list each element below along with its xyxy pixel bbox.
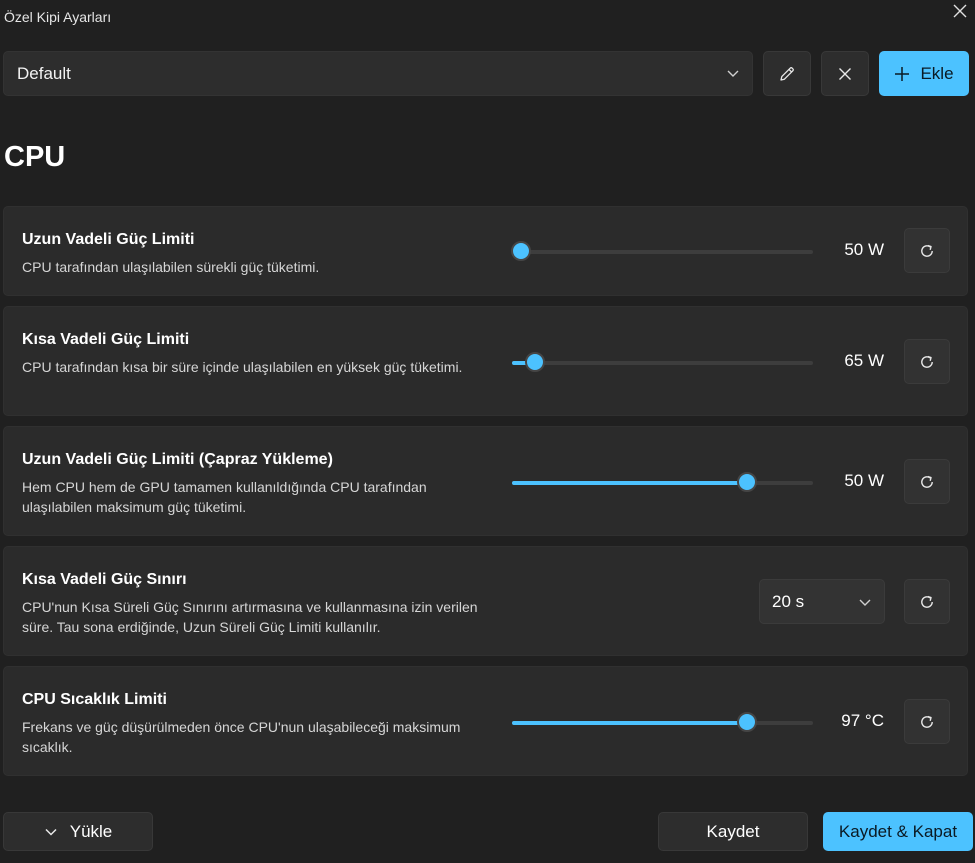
- preset-select-value: Default: [17, 63, 71, 83]
- load-button-label: Yükle: [69, 821, 113, 841]
- save-and-close-button[interactable]: Kaydet & Kapat: [823, 812, 973, 851]
- pencil-icon: [780, 66, 794, 81]
- setting-card-short-term-power-duration: Kısa Vadeli Güç Sınırı CPU'nun Kısa Süre…: [3, 546, 968, 656]
- window-title: Özel Kipi Ayarları: [4, 9, 112, 25]
- x-icon: [839, 67, 851, 80]
- load-button[interactable]: Yükle: [3, 812, 153, 851]
- setting-description: CPU tarafından kısa bir süre içinde ulaş…: [22, 359, 463, 375]
- preset-select[interactable]: Default: [3, 51, 753, 96]
- setting-value: 65 W: [844, 351, 884, 370]
- setting-value: 97 °C: [841, 711, 884, 730]
- close-window-button[interactable]: [945, 0, 975, 22]
- slider-thumb[interactable]: [736, 472, 757, 492]
- setting-description: CPU tarafından ulaşılabilen sürekli güç …: [22, 259, 320, 275]
- reset-icon: [921, 475, 933, 488]
- add-preset-label: Ekle: [920, 63, 954, 83]
- slider-track: [512, 361, 813, 365]
- reset-icon: [921, 355, 933, 368]
- chevron-down-icon: [727, 70, 739, 77]
- reset-icon: [921, 715, 933, 728]
- custom-mode-settings-window: Özel Kipi Ayarları Default Ekle CPU Uzun…: [0, 0, 975, 863]
- reset-button[interactable]: [904, 699, 950, 744]
- edit-preset-button[interactable]: [763, 51, 811, 96]
- setting-title: Kısa Vadeli Güç Sınırı: [22, 571, 187, 588]
- slider-fill: [512, 721, 747, 725]
- setting-description: Hem CPU hem de GPU tamamen kullanıldığın…: [22, 479, 427, 515]
- setting-card-long-term-power-limit-cross-loading: Uzun Vadeli Güç Limiti (Çapraz Yükleme) …: [3, 426, 968, 536]
- slider-thumb[interactable]: [736, 712, 757, 732]
- long-term-power-limit-slider[interactable]: [511, 241, 813, 261]
- setting-title: Uzun Vadeli Güç Limiti: [22, 231, 195, 248]
- setting-card-long-term-power-limit: Uzun Vadeli Güç Limiti CPU tarafından ul…: [3, 206, 968, 296]
- close-icon: [953, 4, 967, 18]
- setting-title: Kısa Vadeli Güç Limiti: [22, 331, 190, 348]
- chevron-down-icon: [859, 599, 871, 606]
- section-title: CPU: [4, 141, 66, 173]
- setting-description: CPU'nun Kısa Süreli Güç Sınırını artırma…: [22, 599, 478, 635]
- reset-button[interactable]: [904, 339, 950, 384]
- cpu-temperature-limit-slider[interactable]: [512, 712, 813, 732]
- reset-button[interactable]: [904, 579, 950, 624]
- tau-duration-select[interactable]: 20 s: [759, 579, 885, 624]
- chevron-down-icon: [45, 828, 57, 836]
- slider-thumb[interactable]: [511, 241, 532, 261]
- slider-thumb[interactable]: [524, 352, 545, 372]
- plus-icon: [895, 66, 910, 81]
- setting-card-short-term-power-limit: Kısa Vadeli Güç Limiti CPU tarafından kı…: [3, 306, 968, 416]
- setting-title: CPU Sıcaklık Limiti: [22, 691, 167, 708]
- reset-button[interactable]: [904, 459, 950, 504]
- add-preset-button[interactable]: Ekle: [879, 51, 969, 96]
- tau-duration-value: 20 s: [772, 591, 805, 611]
- reset-icon: [921, 595, 933, 608]
- short-term-power-limit-slider[interactable]: [512, 352, 813, 372]
- reset-button[interactable]: [904, 228, 950, 273]
- setting-card-cpu-temperature-limit: CPU Sıcaklık Limiti Frekans ve güç düşür…: [3, 666, 968, 776]
- setting-value: 50 W: [844, 471, 884, 490]
- slider-fill: [512, 481, 747, 485]
- save-button[interactable]: Kaydet: [658, 812, 808, 851]
- setting-title: Uzun Vadeli Güç Limiti (Çapraz Yükleme): [22, 451, 333, 468]
- reset-icon: [921, 244, 933, 257]
- setting-value: 50 W: [844, 240, 884, 259]
- delete-preset-button[interactable]: [821, 51, 869, 96]
- cross-loading-power-limit-slider[interactable]: [512, 472, 813, 492]
- setting-description: Frekans ve güç düşürülmeden önce CPU'nun…: [22, 719, 461, 755]
- slider-track: [512, 250, 813, 254]
